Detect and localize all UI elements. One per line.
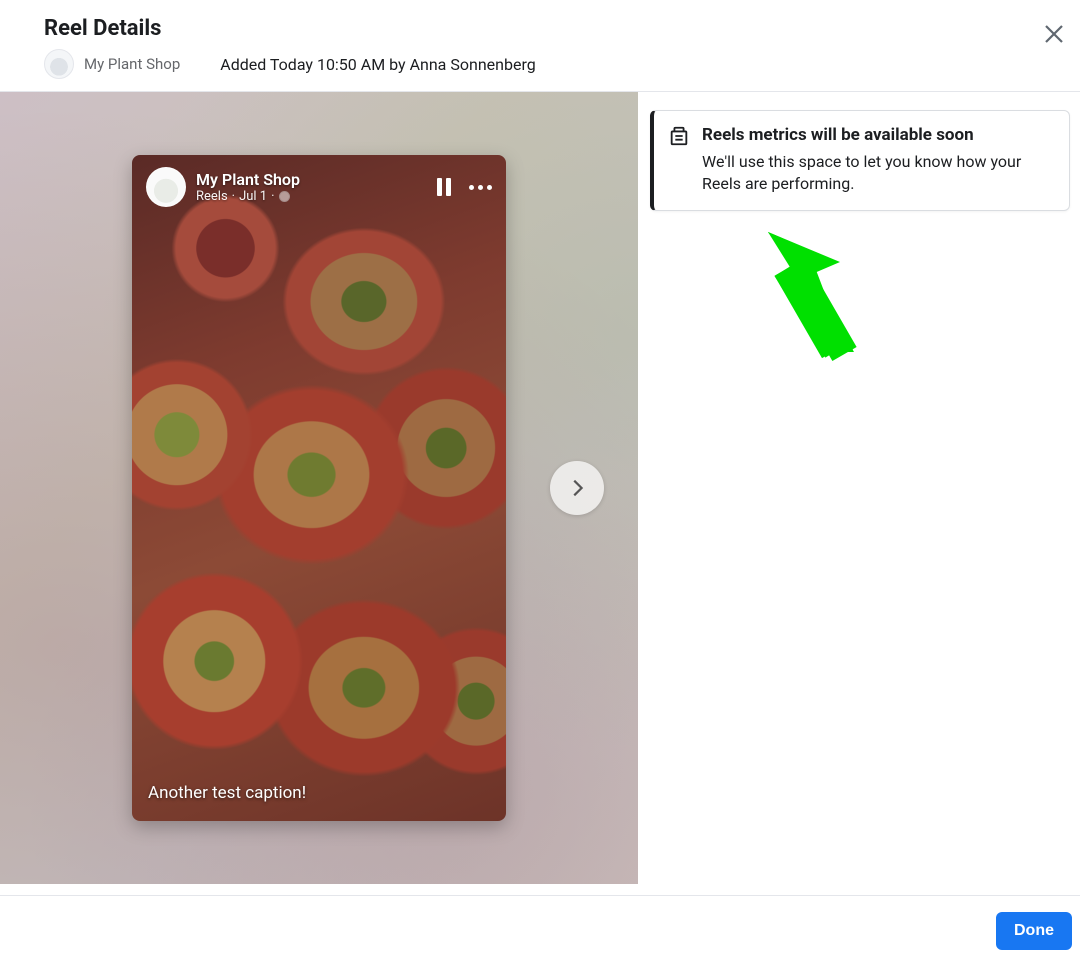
added-by-text: Added Today 10:50 AM by Anna Sonnenberg [220, 55, 535, 74]
more-options-icon[interactable] [469, 185, 492, 190]
reel-card[interactable]: My Plant Shop Reels · Jul 1 · Another te… [132, 155, 506, 821]
metrics-info-description: We'll use this space to let you know how… [702, 151, 1053, 194]
reel-account-avatar [146, 167, 186, 207]
reel-top-right [437, 178, 492, 196]
reel-top-bar: My Plant Shop Reels · Jul 1 · [146, 167, 492, 207]
separator-dot: · [232, 189, 235, 205]
close-icon [1043, 23, 1065, 45]
clipboard-icon [668, 125, 690, 147]
close-button[interactable] [1040, 20, 1068, 48]
content-row: My Plant Shop Reels · Jul 1 · Another te… [0, 91, 1080, 884]
globe-icon [279, 191, 290, 202]
reel-title-box: My Plant Shop Reels · Jul 1 · [196, 170, 300, 205]
chevron-right-icon [566, 477, 588, 499]
reel-account-name: My Plant Shop [196, 170, 300, 189]
next-reel-button[interactable] [550, 461, 604, 515]
metrics-pane: Reels metrics will be available soon We'… [638, 92, 1080, 884]
reel-preview-pane: My Plant Shop Reels · Jul 1 · Another te… [0, 92, 638, 884]
shop-name: My Plant Shop [84, 55, 180, 73]
shop-avatar [44, 49, 74, 79]
metrics-info-title: Reels metrics will be available soon [702, 125, 1053, 145]
reel-caption: Another test caption! [148, 783, 490, 803]
reel-type-label: Reels [196, 189, 228, 205]
header: Reel Details My Plant Shop Added Today 1… [0, 0, 1080, 91]
pause-icon[interactable] [437, 178, 451, 196]
page-title: Reel Details [44, 16, 1036, 41]
reel-date-label: Jul 1 [239, 189, 267, 205]
done-button[interactable]: Done [996, 912, 1072, 950]
header-sub-row: My Plant Shop Added Today 10:50 AM by An… [44, 49, 1036, 79]
metrics-info-text: Reels metrics will be available soon We'… [702, 125, 1053, 194]
separator-dot: · [271, 189, 274, 205]
metrics-info-card: Reels metrics will be available soon We'… [650, 110, 1070, 211]
reel-subline: Reels · Jul 1 · [196, 189, 300, 205]
footer: Done [0, 895, 1080, 965]
